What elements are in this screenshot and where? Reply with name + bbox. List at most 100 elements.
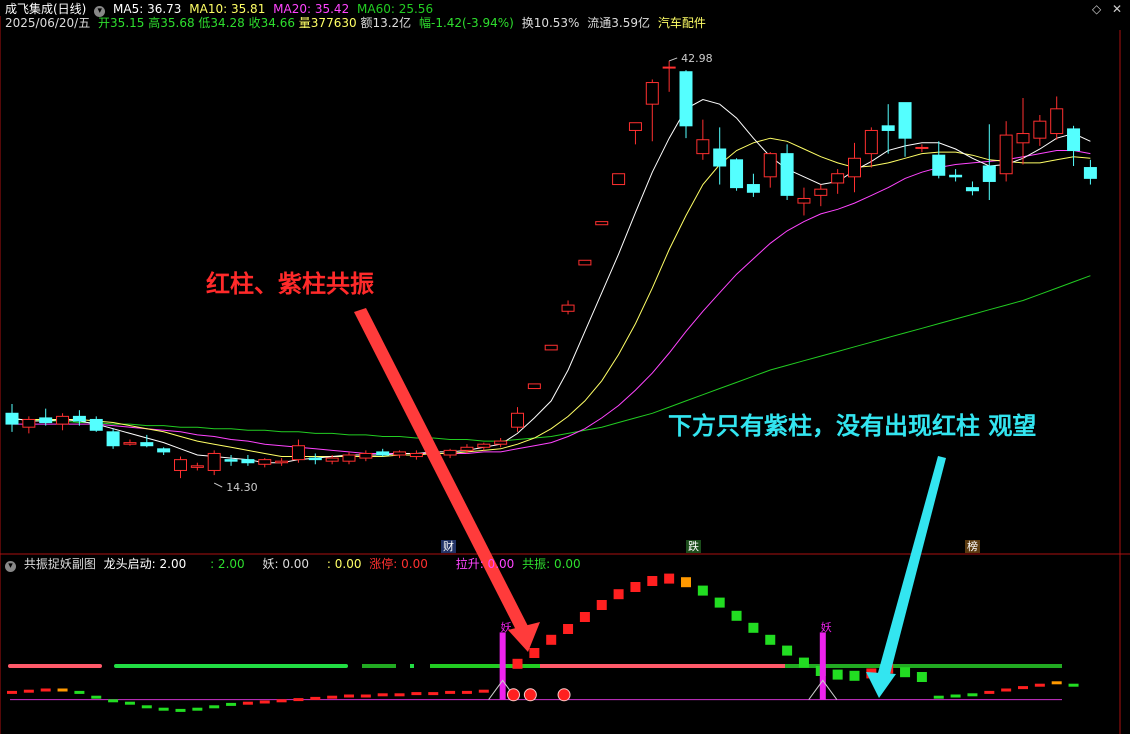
candle-body[interactable]: [5, 412, 19, 425]
sub-signal-bar[interactable]: [613, 589, 624, 600]
candle-body[interactable]: [190, 465, 204, 468]
diamond-icon[interactable]: ◇: [1092, 2, 1101, 16]
candle-body[interactable]: [831, 173, 845, 184]
candle-body[interactable]: [342, 454, 356, 462]
candle-body[interactable]: [628, 122, 642, 131]
stock-name[interactable]: 成飞集成(日线): [5, 2, 86, 16]
candle-body[interactable]: [477, 443, 491, 448]
sub-signal-bar[interactable]: [849, 670, 860, 681]
sub-dropdown-icon[interactable]: ▾: [5, 561, 16, 572]
candle-body[interactable]: [157, 448, 171, 453]
candle-body[interactable]: [460, 446, 474, 451]
sub-signal-bar[interactable]: [697, 585, 708, 596]
candle-body[interactable]: [814, 188, 828, 196]
candle-body[interactable]: [89, 418, 103, 431]
candle-body[interactable]: [174, 459, 187, 471]
sub-signal-bar[interactable]: [832, 669, 843, 680]
candle-body[interactable]: [932, 154, 946, 176]
candle-body[interactable]: [848, 157, 861, 178]
candle-body[interactable]: [511, 412, 524, 428]
candle-body[interactable]: [325, 457, 339, 462]
candle-body[interactable]: [662, 66, 676, 69]
sub-signal-bar[interactable]: [714, 597, 725, 608]
sector-label[interactable]: 汽车配件: [658, 16, 706, 30]
candle-body[interactable]: [241, 459, 255, 464]
candle-body[interactable]: [797, 197, 811, 204]
sub-signal-bar[interactable]: [765, 634, 776, 645]
sub-signal-bar[interactable]: [916, 672, 927, 682]
candle-body[interactable]: [56, 415, 70, 425]
candle-body[interactable]: [527, 383, 541, 390]
candle-body[interactable]: [730, 159, 744, 189]
candle-body[interactable]: [645, 82, 659, 105]
candle-body[interactable]: [359, 452, 373, 459]
sub-signal-bar[interactable]: [664, 573, 675, 584]
candle-body[interactable]: [561, 304, 575, 312]
sub-title[interactable]: 共振捉妖副图: [24, 557, 96, 571]
close-icon[interactable]: ✕: [1112, 2, 1122, 16]
sub-signal-bar[interactable]: [579, 612, 590, 622]
candle-body[interactable]: [612, 173, 626, 186]
candle-body[interactable]: [123, 442, 137, 445]
sub-signal-bar[interactable]: [630, 582, 641, 592]
purple-bar[interactable]: [499, 632, 506, 700]
candle-body[interactable]: [409, 452, 423, 458]
signal-dot-icon[interactable]: [523, 688, 537, 702]
marker-bang[interactable]: 榜: [965, 540, 980, 553]
candle-body[interactable]: [763, 153, 777, 178]
sub-signal-bar[interactable]: [647, 576, 658, 586]
candle-body[interactable]: [780, 153, 794, 196]
sub-signal-bar[interactable]: [681, 577, 691, 588]
chart-stage[interactable]: 42.98 14.30 妖妖 成飞集成(日线) ▾ MA5: 36.73 MA10:…: [0, 0, 1130, 734]
candle-body[interactable]: [864, 129, 878, 155]
candle-body[interactable]: [1050, 108, 1064, 135]
candle-body[interactable]: [982, 165, 996, 182]
signal-dot-icon[interactable]: [557, 688, 571, 702]
candle-body[interactable]: [965, 187, 979, 192]
sub-signal-bar[interactable]: [782, 645, 793, 656]
candle-body[interactable]: [696, 139, 710, 155]
candle-body[interactable]: [713, 148, 727, 167]
candle-body[interactable]: [308, 457, 322, 461]
candle-body[interactable]: [224, 459, 238, 462]
candle-body[interactable]: [140, 442, 154, 447]
sub-signal-bar[interactable]: [529, 648, 540, 658]
candle-body[interactable]: [39, 417, 53, 424]
candle-body[interactable]: [207, 452, 221, 471]
candlestick-chart[interactable]: 42.9814.30妖妖: [0, 0, 1130, 734]
sub-signal-bar[interactable]: [731, 610, 742, 621]
candle-body[interactable]: [106, 431, 120, 447]
candle-body[interactable]: [1033, 120, 1047, 139]
marker-cai[interactable]: 财: [441, 540, 456, 553]
sub-signal-bar[interactable]: [563, 624, 574, 634]
candle-body[interactable]: [258, 459, 272, 465]
marker-die[interactable]: 跌: [686, 540, 701, 553]
candle-body[interactable]: [544, 344, 558, 351]
candle-body[interactable]: [898, 102, 912, 139]
signal-dot-icon[interactable]: [507, 688, 520, 702]
candle-body[interactable]: [291, 445, 305, 461]
candle-body[interactable]: [746, 184, 760, 193]
sub-signal-bar[interactable]: [798, 657, 809, 668]
sub-signal-bar[interactable]: [748, 622, 759, 633]
sub-signal-bar[interactable]: [512, 658, 523, 669]
candle-body[interactable]: [22, 418, 36, 428]
purple-bar[interactable]: [819, 632, 826, 700]
candle-body[interactable]: [72, 415, 86, 422]
candle-body[interactable]: [949, 174, 963, 178]
candle-body[interactable]: [393, 451, 407, 456]
sub-signal-bar[interactable]: [546, 634, 557, 645]
sub-signal-bar[interactable]: [900, 667, 911, 678]
candle-body[interactable]: [1083, 167, 1097, 179]
candle-body[interactable]: [578, 259, 592, 266]
candle-body[interactable]: [999, 134, 1013, 175]
candle-body[interactable]: [376, 451, 390, 456]
candle-body[interactable]: [494, 440, 508, 445]
sub-signal-bar[interactable]: [596, 600, 607, 610]
candle-body[interactable]: [679, 71, 693, 127]
candle-body[interactable]: [595, 221, 609, 226]
candle-body[interactable]: [275, 460, 289, 464]
candle-body[interactable]: [915, 146, 929, 149]
candle-body[interactable]: [881, 125, 895, 131]
candle-body[interactable]: [443, 449, 457, 456]
